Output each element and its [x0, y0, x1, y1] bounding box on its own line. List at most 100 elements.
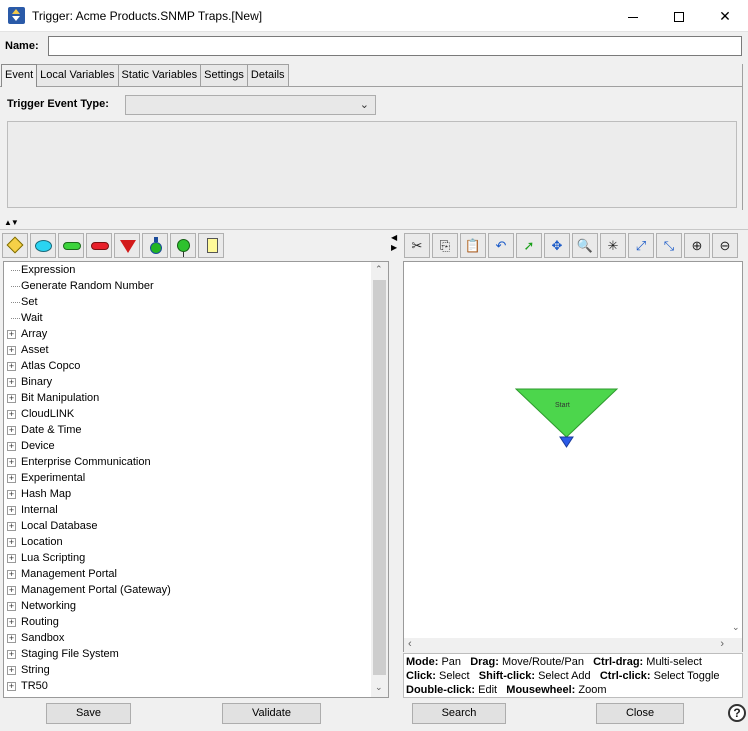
validate-button[interactable]: Validate [222, 703, 321, 724]
expand-plus-icon[interactable]: + [7, 442, 16, 451]
minimize-button[interactable] [610, 0, 656, 32]
flow-canvas[interactable]: Start ⌄ ‹ › [403, 261, 743, 652]
expand-plus-icon[interactable]: + [7, 602, 16, 611]
start-output-port-icon[interactable] [559, 436, 574, 448]
zoom-out-icon: ⊖ [719, 238, 731, 253]
help-value: Move/Route/Pan [502, 656, 584, 668]
expand-plus-icon[interactable]: + [7, 346, 16, 355]
expand-plus-icon[interactable]: + [7, 426, 16, 435]
expand-plus-icon[interactable]: + [7, 458, 16, 467]
tree-scrollbar[interactable]: ⌃ ⌄ [371, 262, 388, 697]
maximize-button[interactable] [656, 0, 702, 32]
help-value: Edit [478, 684, 498, 696]
fit-expand-icon: ⤢ [635, 238, 647, 253]
auto-layout-button[interactable]: ✳ [600, 233, 626, 258]
help-value: Pan [441, 656, 462, 668]
scroll-left-icon[interactable]: ‹ [408, 638, 412, 650]
copy-icon: ⎘ [439, 238, 451, 253]
paste-button[interactable]: 📋 [460, 233, 486, 258]
chevron-down-icon: ⌄ [359, 99, 369, 111]
tree-item-label: Internal [21, 504, 58, 516]
expand-plus-icon[interactable]: + [7, 506, 16, 515]
expand-plus-icon[interactable]: + [7, 490, 16, 499]
name-input[interactable] [48, 36, 742, 56]
expand-plus-icon[interactable]: + [7, 362, 16, 371]
vertical-splitter-arrows-icon[interactable]: ◀ ▶ [391, 233, 401, 263]
help-value: Multi-select [646, 656, 702, 668]
fit-expand-button[interactable]: ⤢ [628, 233, 654, 258]
palette-note-button[interactable] [198, 233, 224, 258]
fit-collapse-icon: ⤡ [663, 238, 675, 253]
event-type-select[interactable]: ⌄ [125, 95, 376, 115]
help-value: Select Add [538, 670, 591, 682]
expand-plus-icon[interactable]: + [7, 650, 16, 659]
scroll-down-icon[interactable]: ⌄ [375, 682, 383, 693]
panel-border [742, 64, 743, 210]
tab-event[interactable]: Event [1, 64, 38, 87]
title-bar: Trigger: Acme Products.SNMP Traps.[New] … [0, 0, 748, 32]
splitter-divider [0, 229, 748, 230]
help-key: Shift-click: [478, 670, 536, 682]
fit-collapse-button[interactable]: ⤡ [656, 233, 682, 258]
tree-connector [11, 302, 20, 303]
expand-plus-icon[interactable]: + [7, 666, 16, 675]
select-arrow-button[interactable]: ➚ [516, 233, 542, 258]
scroll-up-icon[interactable]: ⌃ [375, 264, 383, 275]
expand-plus-icon[interactable]: + [7, 410, 16, 419]
cut-button[interactable]: ✂ [404, 233, 430, 258]
help-key: Drag: [470, 656, 499, 668]
tab-underline [0, 86, 742, 87]
help-icon[interactable]: ? [728, 704, 746, 722]
expand-plus-icon[interactable]: + [7, 394, 16, 403]
canvas-hscrollbar[interactable]: ‹ › [404, 638, 742, 652]
collapse-expand-arrows-icon[interactable]: ▲▼ [4, 219, 19, 227]
move-button[interactable]: ✥ [544, 233, 570, 258]
save-button[interactable]: Save [46, 703, 131, 724]
close-button[interactable]: Close [596, 703, 684, 724]
palette-bulb-button[interactable] [142, 233, 168, 258]
condition-diamond-icon [6, 236, 24, 254]
tree-scroll-thumb[interactable] [373, 280, 386, 675]
canvas-scroll-down-icon[interactable]: ⌄ [732, 622, 740, 633]
red-triangle-icon [120, 240, 136, 253]
expand-plus-icon[interactable]: + [7, 522, 16, 531]
tree-item-label: Device [21, 440, 55, 452]
expand-plus-icon[interactable]: + [7, 474, 16, 483]
zoom-in-button[interactable]: ⊕ [684, 233, 710, 258]
paste-icon: 📋 [464, 238, 482, 253]
help-key: Click: [406, 670, 436, 682]
expand-plus-icon[interactable]: + [7, 570, 16, 579]
tree-connector [11, 286, 20, 287]
tree-item-label: Date & Time [21, 424, 82, 436]
tab-details[interactable]: Details [246, 64, 289, 86]
palette-red-pill-button[interactable] [86, 233, 112, 258]
expand-plus-icon[interactable]: + [7, 618, 16, 627]
palette-triangle-button[interactable] [114, 233, 140, 258]
tab-static-variables[interactable]: Static Variables [117, 64, 202, 86]
tab-settings[interactable]: Settings [200, 64, 248, 86]
palette-oval-button[interactable] [30, 233, 56, 258]
tree-connector [11, 318, 20, 319]
search-button[interactable]: Search [412, 703, 506, 724]
minimize-icon [628, 16, 638, 18]
tab-local-variables[interactable]: Local Variables [36, 64, 119, 86]
expand-plus-icon[interactable]: + [7, 634, 16, 643]
expand-plus-icon[interactable]: + [7, 586, 16, 595]
palette-green-pill-button[interactable] [58, 233, 84, 258]
undo-button[interactable]: ↶ [488, 233, 514, 258]
start-node[interactable] [515, 387, 619, 451]
close-window-button[interactable]: ✕ [702, 0, 748, 32]
expand-plus-icon[interactable]: + [7, 330, 16, 339]
tree-item-label: Local Database [21, 520, 98, 532]
zoom-out-button[interactable]: ⊖ [712, 233, 738, 258]
expand-plus-icon[interactable]: + [7, 538, 16, 547]
expand-plus-icon[interactable]: + [7, 554, 16, 563]
zoom-area-button[interactable]: 🔍 [572, 233, 598, 258]
close-icon: ✕ [719, 8, 731, 24]
palette-condition-button[interactable] [2, 233, 28, 258]
palette-pin-button[interactable] [170, 233, 196, 258]
scroll-right-icon[interactable]: › [720, 638, 724, 650]
expand-plus-icon[interactable]: + [7, 378, 16, 387]
copy-button[interactable]: ⎘ [432, 233, 458, 258]
expand-plus-icon[interactable]: + [7, 682, 16, 691]
